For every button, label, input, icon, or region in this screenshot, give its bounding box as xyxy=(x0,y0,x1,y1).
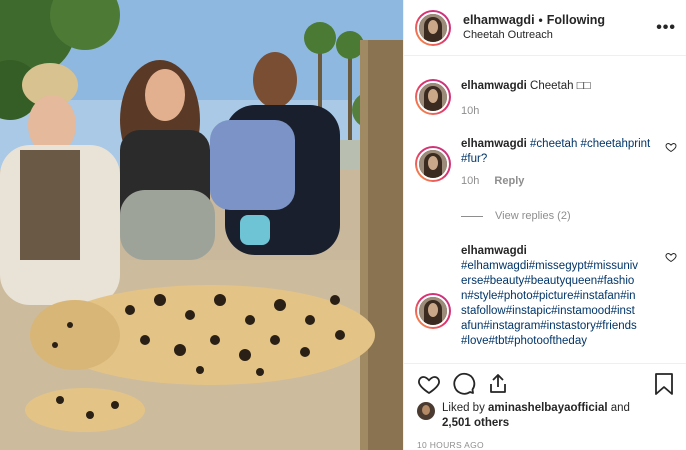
comment-meta: 10h Reply xyxy=(461,174,651,189)
view-replies-label: View replies (2) xyxy=(495,210,571,222)
action-icons xyxy=(417,372,675,398)
header-avatar[interactable] xyxy=(415,9,451,46)
instagram-post: elhamwagdi • Following Cheetah Outreach … xyxy=(0,0,686,450)
likes-middle: and xyxy=(607,402,630,414)
share-icon[interactable] xyxy=(486,372,510,396)
comment-like-heart-icon[interactable] xyxy=(665,141,677,153)
header-separator: • xyxy=(538,12,543,27)
comment-meta: 10h xyxy=(461,104,651,119)
likes-summary: Liked by aminashelbayaofficial and 2,501… xyxy=(417,401,630,431)
comments-list[interactable]: elhamwagdi Cheetah □□ 10h elhamwagdi #ch… xyxy=(404,57,686,363)
view-replies-button[interactable]: View replies (2) xyxy=(461,210,571,222)
comment-avatar[interactable] xyxy=(415,79,451,115)
post-timestamp[interactable]: 10 HOURS AGO xyxy=(417,440,484,450)
header-username[interactable]: elhamwagdi xyxy=(463,13,535,28)
comment-like-heart-icon[interactable] xyxy=(665,251,677,263)
following-button[interactable]: Following xyxy=(547,13,605,28)
reply-button[interactable]: Reply xyxy=(494,175,524,187)
comment-username[interactable]: elhamwagdi xyxy=(461,80,527,92)
post-photo[interactable] xyxy=(0,0,403,450)
comment-time[interactable]: 10h xyxy=(461,175,479,187)
comment-avatar[interactable] xyxy=(415,146,451,182)
liker-username[interactable]: aminashelbayaofficial xyxy=(488,402,608,414)
post-actions: Liked by aminashelbayaofficial and 2,501… xyxy=(404,363,686,450)
post-side-panel: elhamwagdi • Following Cheetah Outreach … xyxy=(403,0,686,450)
comment-time[interactable]: 10h xyxy=(461,105,479,117)
post-header: elhamwagdi • Following Cheetah Outreach … xyxy=(404,0,686,56)
comment-username[interactable]: elhamwagdi xyxy=(461,244,639,259)
post-location[interactable]: Cheetah Outreach xyxy=(463,28,605,43)
heart-icon[interactable] xyxy=(417,372,441,396)
more-horizontal-icon[interactable]: ••• xyxy=(656,19,676,37)
photo-illustration xyxy=(0,0,403,450)
comment-icon[interactable] xyxy=(452,372,476,396)
view-replies-line xyxy=(461,215,483,217)
comment-text: Cheetah □□ xyxy=(530,80,591,92)
likes-count[interactable]: 2,501 others xyxy=(442,417,509,429)
comment-avatar[interactable] xyxy=(415,293,451,329)
header-text: elhamwagdi • Following Cheetah Outreach xyxy=(463,13,605,43)
comment-username[interactable]: elhamwagdi xyxy=(461,138,527,150)
comment-text[interactable]: #elhamwagdi#missegypt#missuniverse#beaut… xyxy=(461,259,639,349)
liker-avatar[interactable] xyxy=(417,402,435,420)
likes-prefix: Liked by xyxy=(442,402,489,414)
bookmark-icon[interactable] xyxy=(653,372,675,396)
